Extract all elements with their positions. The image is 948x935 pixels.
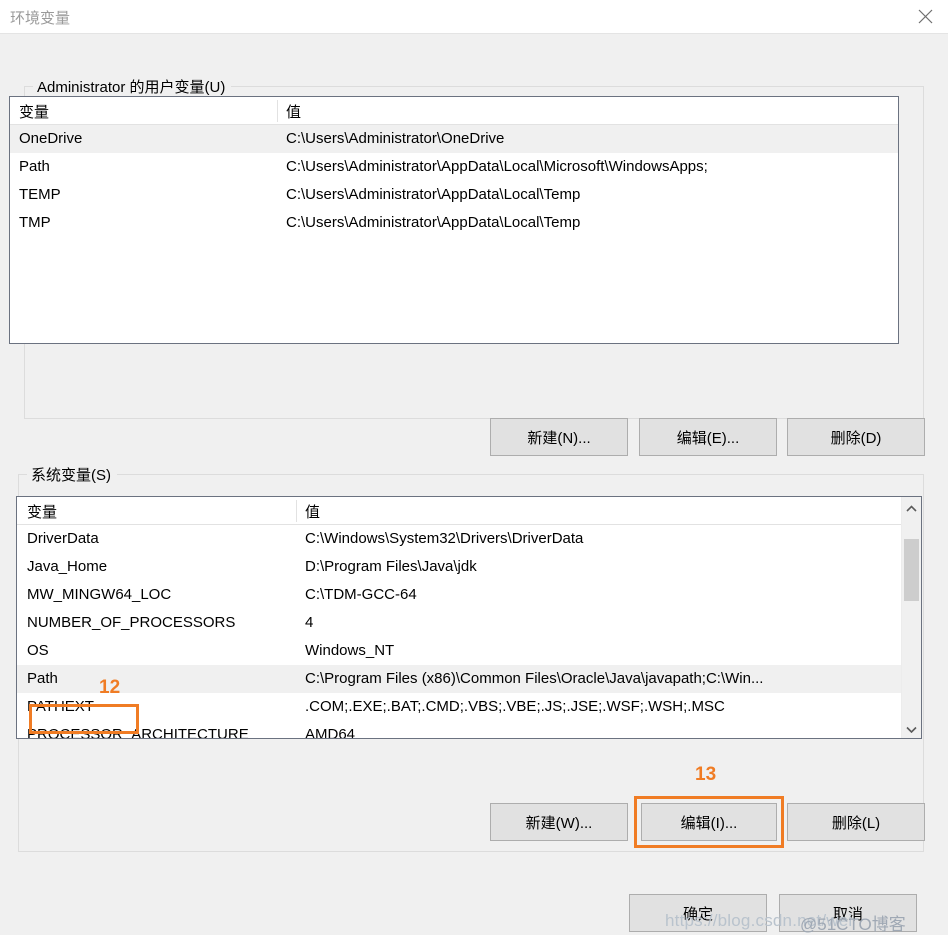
- user-list-rows: OneDrive C:\Users\Administrator\OneDrive P…: [10, 125, 898, 237]
- user-column-header-value[interactable]: 值: [286, 101, 301, 122]
- close-icon: [918, 9, 933, 24]
- variable-name-cell: PROCESSOR_ARCHITECTURE: [27, 726, 249, 739]
- chevron-down-icon: [906, 720, 917, 737]
- system-list-header: 变量 值: [17, 497, 921, 525]
- variable-value-cell: C:\TDM-GCC-64: [305, 586, 417, 603]
- variable-value-cell: C:\Users\Administrator\AppData\Local\Mic…: [286, 158, 708, 175]
- table-row[interactable]: PROCESSOR_ARCHITECTURE AMD64: [17, 721, 921, 739]
- variable-name-cell: MW_MINGW64_LOC: [27, 586, 172, 603]
- system-delete-button[interactable]: 删除(L): [787, 803, 925, 841]
- variable-name-cell: TEMP: [19, 186, 61, 203]
- table-row[interactable]: PATHEXT .COM;.EXE;.BAT;.CMD;.VBS;.VBE;.JS…: [17, 693, 921, 721]
- user-variables-legend: Administrator 的用户变量(U): [33, 76, 232, 97]
- variable-value-cell: Windows_NT: [305, 642, 395, 659]
- system-new-button[interactable]: 新建(W)...: [490, 803, 628, 841]
- variable-value-cell: C:\Program Files (x86)\Common Files\Orac…: [305, 670, 764, 687]
- table-row[interactable]: NUMBER_OF_PROCESSORS 4: [17, 609, 921, 637]
- system-variables-legend: 系统变量(S): [27, 464, 117, 485]
- scroll-up-button[interactable]: [902, 497, 921, 517]
- variable-name-cell: Java_Home: [27, 558, 108, 575]
- column-separator: [277, 100, 278, 122]
- variable-value-cell: 4: [305, 614, 314, 631]
- variable-value-cell: C:\Users\Administrator\OneDrive: [286, 130, 505, 147]
- table-row[interactable]: OS Windows_NT: [17, 637, 921, 665]
- user-list-header: 变量 值: [10, 97, 898, 125]
- variable-value-cell: D:\Program Files\Java\jdk: [305, 558, 477, 575]
- variable-value-cell: C:\Users\Administrator\AppData\Local\Tem…: [286, 186, 581, 203]
- variable-name-cell: DriverData: [27, 530, 99, 547]
- table-row[interactable]: MW_MINGW64_LOC C:\TDM-GCC-64: [17, 581, 921, 609]
- user-new-button[interactable]: 新建(N)...: [490, 418, 628, 456]
- scrollbar-thumb[interactable]: [904, 539, 919, 601]
- ok-button[interactable]: 确定: [629, 894, 767, 932]
- chevron-up-icon: [906, 499, 917, 516]
- scroll-down-button[interactable]: [902, 718, 921, 738]
- table-row[interactable]: Path C:\Users\Administrator\AppData\Local…: [10, 153, 898, 181]
- system-column-header-name[interactable]: 变量: [27, 501, 57, 522]
- table-row[interactable]: OneDrive C:\Users\Administrator\OneDrive: [10, 125, 898, 153]
- table-row[interactable]: DriverData C:\Windows\System32\Drivers\Dr…: [17, 525, 921, 553]
- system-column-header-value[interactable]: 值: [305, 501, 320, 522]
- variable-name-cell: PATHEXT: [27, 698, 94, 715]
- system-edit-button[interactable]: 编辑(I)...: [641, 803, 777, 841]
- variable-name-cell: Path: [19, 158, 50, 175]
- table-row[interactable]: Java_Home D:\Program Files\Java\jdk: [17, 553, 921, 581]
- cancel-button[interactable]: 取消: [779, 894, 917, 932]
- window-title: 环境变量: [10, 10, 71, 27]
- user-column-header-name[interactable]: 变量: [19, 101, 49, 122]
- variable-value-cell: .COM;.EXE;.BAT;.CMD;.VBS;.VBE;.JS;.JSE;.…: [305, 698, 725, 715]
- variable-name-cell: NUMBER_OF_PROCESSORS: [27, 614, 236, 631]
- user-variables-list[interactable]: 变量 值 OneDrive C:\Users\Administrator\OneD…: [9, 96, 899, 344]
- table-row[interactable]: Path C:\Program Files (x86)\Common Files\…: [17, 665, 921, 693]
- variable-value-cell: C:\Users\Administrator\AppData\Local\Tem…: [286, 214, 581, 231]
- variable-name-cell: OneDrive: [19, 130, 83, 147]
- system-list-scrollbar[interactable]: [901, 497, 921, 738]
- variable-value-cell: C:\Windows\System32\Drivers\DriverData: [305, 530, 584, 547]
- system-variables-list[interactable]: 变量 值 DriverData C:\Windows\System32\Drive…: [16, 496, 922, 739]
- user-edit-button[interactable]: 编辑(E)...: [639, 418, 777, 456]
- column-separator: [296, 500, 297, 522]
- table-row[interactable]: TEMP C:\Users\Administrator\AppData\Local…: [10, 181, 898, 209]
- user-delete-button[interactable]: 删除(D): [787, 418, 925, 456]
- variable-name-cell: Path: [27, 670, 58, 687]
- variable-name-cell: OS: [27, 642, 49, 659]
- system-list-rows: DriverData C:\Windows\System32\Drivers\Dr…: [17, 525, 921, 739]
- table-row[interactable]: TMP C:\Users\Administrator\AppData\Local\…: [10, 209, 898, 237]
- variable-name-cell: TMP: [19, 214, 51, 231]
- title-bar: 环境变量: [0, 0, 948, 34]
- variable-value-cell: AMD64: [305, 726, 356, 739]
- dialog-body: Administrator 的用户变量(U) 变量 值 OneDrive C:\U…: [0, 34, 948, 934]
- close-button[interactable]: [902, 0, 948, 33]
